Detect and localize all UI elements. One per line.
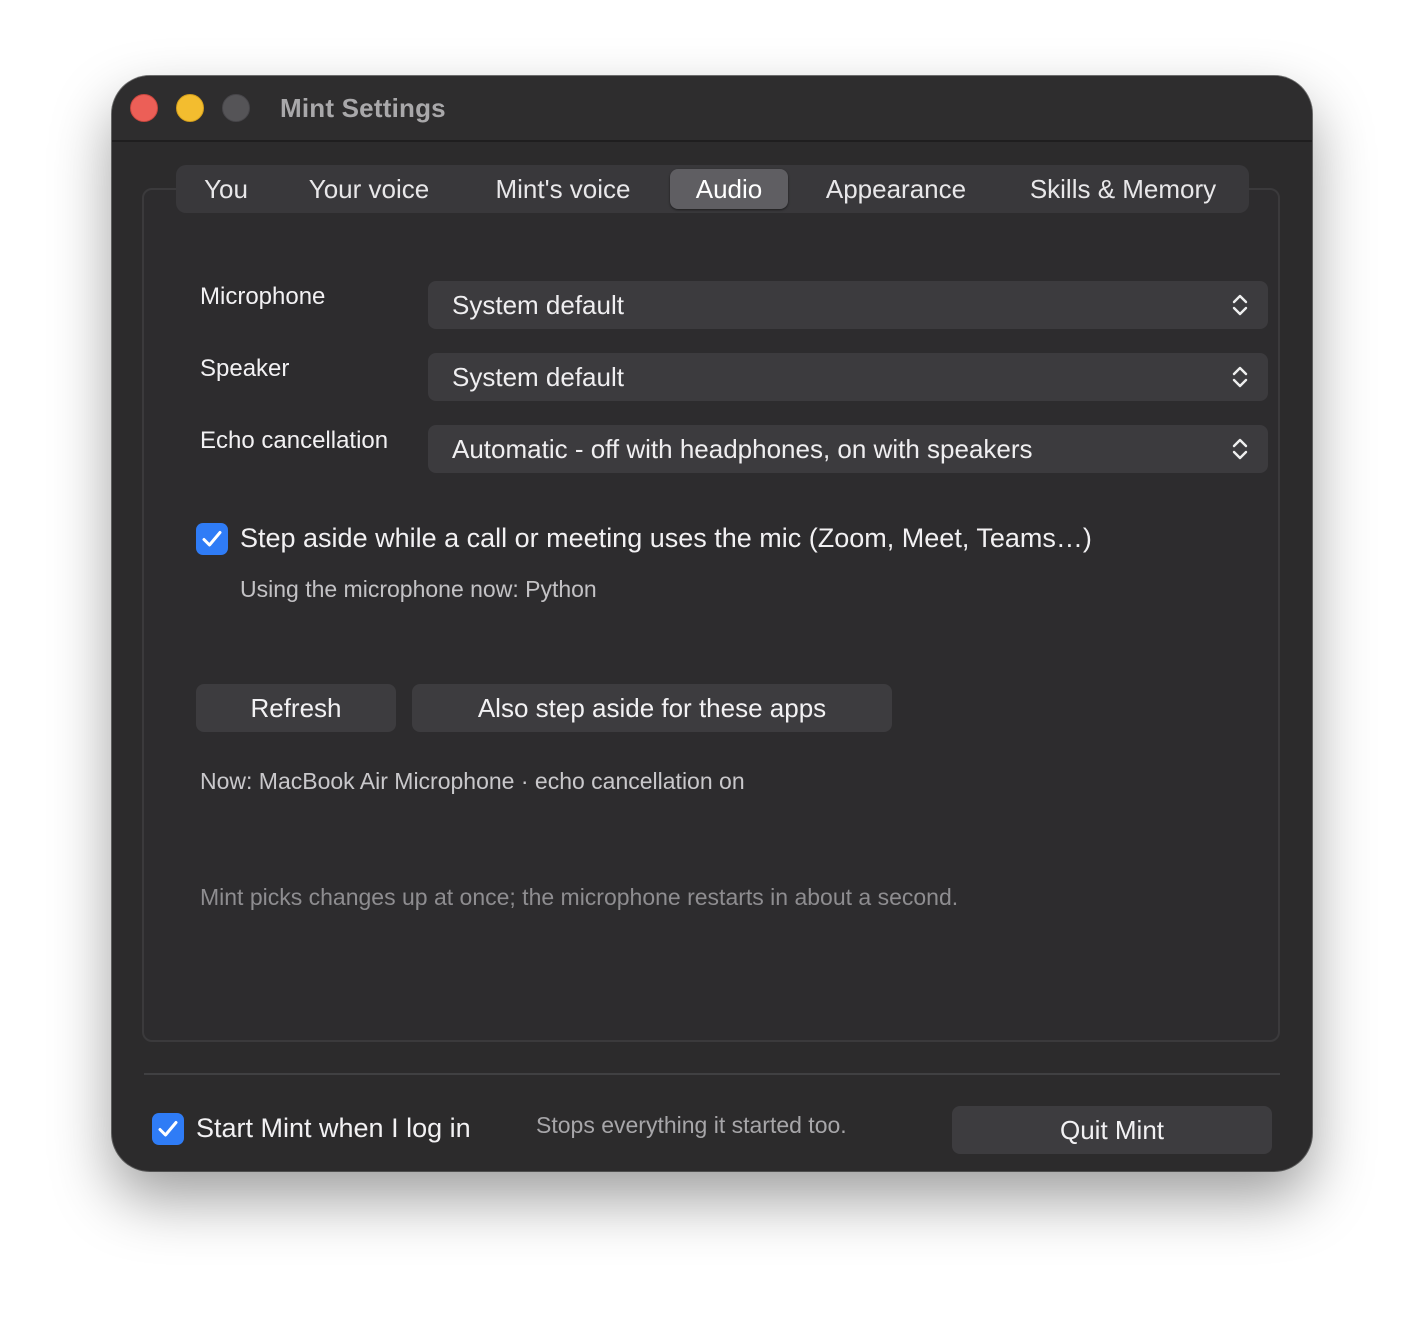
refresh-button[interactable]: Refresh xyxy=(196,684,396,732)
mic-in-use-status: Using the microphone now: Python xyxy=(240,576,597,602)
step-aside-label[interactable]: Step aside while a call or meeting uses … xyxy=(240,523,1092,554)
checkmark-icon xyxy=(202,531,222,547)
window-title: Mint Settings xyxy=(280,93,446,123)
changes-hint: Mint picks changes up at once; the micro… xyxy=(200,884,959,910)
minimize-window-button[interactable] xyxy=(176,94,204,122)
settings-window: Mint Settings You Your voice Mint's voic… xyxy=(112,76,1312,1171)
zoom-window-button xyxy=(222,94,250,122)
tab-your-voice[interactable]: Your voice xyxy=(288,165,450,213)
speaker-select[interactable]: System default xyxy=(428,353,1268,401)
tab-appearance[interactable]: Appearance xyxy=(808,165,984,213)
tab-bar: You Your voice Mint's voice Audio Appear… xyxy=(176,165,1249,213)
also-step-aside-apps-button[interactable]: Also step aside for these apps xyxy=(412,684,892,732)
title-bar: Mint Settings xyxy=(112,76,1312,142)
tab-mints-voice[interactable]: Mint's voice xyxy=(474,165,652,213)
chevron-up-down-icon xyxy=(1232,438,1248,460)
checkmark-icon xyxy=(158,1121,178,1137)
echo-cancellation-select[interactable]: Automatic - off with headphones, on with… xyxy=(428,425,1268,473)
footer-divider xyxy=(144,1073,1280,1075)
microphone-label: Microphone xyxy=(200,283,326,310)
start-at-login-checkbox[interactable] xyxy=(152,1113,184,1145)
chevron-up-down-icon xyxy=(1232,294,1248,316)
current-device-status: Now: MacBook Air Microphone · echo cance… xyxy=(200,768,745,794)
step-aside-checkbox[interactable] xyxy=(196,523,228,555)
echo-cancellation-select-value: Automatic - off with headphones, on with… xyxy=(452,434,1033,464)
speaker-label: Speaker xyxy=(200,355,290,382)
chevron-up-down-icon xyxy=(1232,366,1248,388)
start-at-login-label[interactable]: Start Mint when I log in xyxy=(196,1113,471,1144)
close-window-button[interactable] xyxy=(130,94,158,122)
microphone-select-value: System default xyxy=(452,290,624,320)
microphone-select[interactable]: System default xyxy=(428,281,1268,329)
echo-cancellation-label: Echo cancellation xyxy=(200,427,389,454)
tab-you[interactable]: You xyxy=(184,165,268,213)
tab-audio[interactable]: Audio xyxy=(670,169,788,209)
quit-note: Stops everything it started too. xyxy=(536,1112,847,1138)
speaker-select-value: System default xyxy=(452,362,624,392)
quit-button[interactable]: Quit Mint xyxy=(952,1106,1272,1154)
tab-skills-memory[interactable]: Skills & Memory xyxy=(1012,165,1234,213)
